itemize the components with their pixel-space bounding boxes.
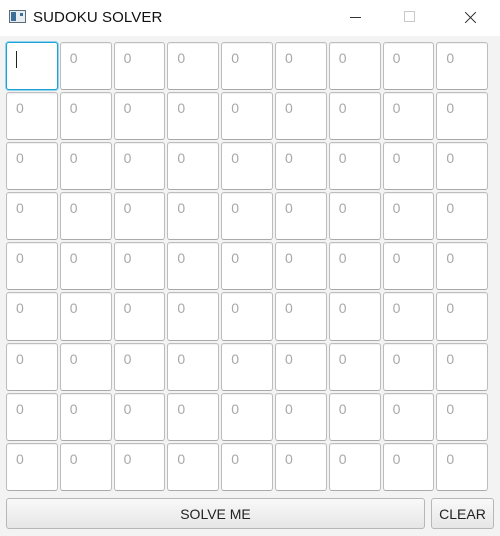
sudoku-cell[interactable]: 0 [167, 42, 220, 91]
sudoku-cell[interactable]: 0 [274, 342, 327, 391]
sudoku-cell[interactable]: 0 [274, 142, 327, 191]
sudoku-cell[interactable]: 0 [436, 142, 489, 191]
sudoku-cell[interactable]: 0 [221, 192, 273, 241]
sudoku-cell[interactable] [6, 42, 58, 91]
sudoku-cell[interactable]: 0 [328, 192, 381, 241]
sudoku-cell[interactable]: 0 [59, 342, 112, 391]
sudoku-cell[interactable]: 0 [6, 442, 58, 491]
sudoku-cell[interactable]: 0 [328, 442, 381, 491]
sudoku-cell[interactable]: 0 [59, 392, 112, 441]
close-button[interactable] [447, 0, 493, 36]
sudoku-cell[interactable]: 0 [221, 442, 273, 491]
sudoku-cell[interactable]: 0 [274, 392, 327, 441]
sudoku-cell[interactable]: 0 [382, 92, 435, 141]
sudoku-cell[interactable]: 0 [113, 292, 166, 341]
sudoku-cell[interactable]: 0 [59, 92, 112, 141]
sudoku-cell[interactable]: 0 [274, 42, 327, 91]
sudoku-cell[interactable]: 0 [59, 442, 112, 491]
sudoku-cell[interactable]: 0 [113, 442, 166, 491]
sudoku-cell[interactable]: 0 [328, 142, 381, 191]
sudoku-cell[interactable]: 0 [167, 142, 220, 191]
minimize-button[interactable] [332, 0, 378, 36]
sudoku-cell[interactable]: 0 [436, 442, 489, 491]
sudoku-cell[interactable]: 0 [113, 342, 166, 391]
sudoku-cell[interactable]: 0 [382, 392, 435, 441]
sudoku-cell[interactable]: 0 [113, 192, 166, 241]
sudoku-cell[interactable]: 0 [382, 242, 435, 291]
sudoku-cell[interactable]: 0 [382, 342, 435, 391]
sudoku-cell[interactable]: 0 [382, 42, 435, 91]
sudoku-cell[interactable]: 0 [436, 392, 489, 441]
sudoku-cell[interactable]: 0 [221, 242, 273, 291]
sudoku-cell[interactable]: 0 [436, 92, 489, 141]
title-bar: SUDOKU SOLVER [0, 0, 500, 36]
clear-button[interactable]: CLEAR [431, 498, 494, 529]
sudoku-cell[interactable]: 0 [167, 342, 220, 391]
sudoku-cell[interactable]: 0 [436, 342, 489, 391]
solve-button[interactable]: SOLVE ME [6, 498, 425, 529]
sudoku-cell[interactable]: 0 [382, 142, 435, 191]
sudoku-cell[interactable]: 0 [328, 242, 381, 291]
sudoku-cell[interactable]: 0 [328, 292, 381, 341]
sudoku-cell[interactable]: 0 [274, 192, 327, 241]
sudoku-cell[interactable]: 0 [436, 42, 489, 91]
sudoku-cell[interactable]: 0 [6, 342, 58, 391]
sudoku-cell[interactable]: 0 [6, 242, 58, 291]
sudoku-cell[interactable]: 0 [6, 92, 58, 141]
sudoku-cell[interactable]: 0 [113, 92, 166, 141]
sudoku-board: 0000000000000000000000000000000000000000… [5, 41, 489, 492]
sudoku-cell[interactable]: 0 [274, 242, 327, 291]
sudoku-cell[interactable]: 0 [436, 292, 489, 341]
sudoku-cell[interactable]: 0 [167, 442, 220, 491]
sudoku-cell[interactable]: 0 [436, 192, 489, 241]
sudoku-cell[interactable]: 0 [59, 192, 112, 241]
sudoku-cell[interactable]: 0 [167, 92, 220, 141]
maximize-button[interactable] [387, 0, 433, 36]
sudoku-cell[interactable]: 0 [382, 292, 435, 341]
sudoku-cell[interactable]: 0 [328, 342, 381, 391]
sudoku-cell[interactable]: 0 [113, 392, 166, 441]
sudoku-cell[interactable]: 0 [167, 192, 220, 241]
sudoku-cell[interactable]: 0 [167, 242, 220, 291]
window-title: SUDOKU SOLVER [33, 9, 163, 26]
sudoku-cell[interactable]: 0 [6, 292, 58, 341]
sudoku-cell[interactable]: 0 [113, 42, 166, 91]
sudoku-cell[interactable]: 0 [113, 242, 166, 291]
sudoku-cell[interactable]: 0 [59, 142, 112, 191]
sudoku-cell[interactable]: 0 [221, 142, 273, 191]
sudoku-cell[interactable]: 0 [59, 242, 112, 291]
sudoku-cell[interactable]: 0 [221, 392, 273, 441]
sudoku-cell[interactable]: 0 [221, 42, 273, 91]
sudoku-cell[interactable]: 0 [274, 92, 327, 141]
sudoku-cell[interactable]: 0 [382, 192, 435, 241]
sudoku-cell[interactable]: 0 [328, 42, 381, 91]
sudoku-cell[interactable]: 0 [221, 92, 273, 141]
sudoku-cell[interactable]: 0 [59, 292, 112, 341]
text-caret [16, 51, 17, 68]
sudoku-cell[interactable]: 0 [167, 292, 220, 341]
sudoku-cell[interactable]: 0 [6, 142, 58, 191]
sudoku-cell[interactable]: 0 [328, 392, 381, 441]
sudoku-cell[interactable]: 0 [6, 192, 58, 241]
sudoku-cell[interactable]: 0 [328, 92, 381, 141]
sudoku-cell[interactable]: 0 [221, 292, 273, 341]
sudoku-cell[interactable]: 0 [167, 392, 220, 441]
sudoku-cell[interactable]: 0 [6, 392, 58, 441]
app-icon [9, 10, 26, 23]
sudoku-cell[interactable]: 0 [59, 42, 112, 91]
sudoku-cell[interactable]: 0 [113, 142, 166, 191]
sudoku-cell[interactable]: 0 [382, 442, 435, 491]
sudoku-cell[interactable]: 0 [274, 292, 327, 341]
sudoku-cell[interactable]: 0 [274, 442, 327, 491]
sudoku-cell[interactable]: 0 [436, 242, 489, 291]
sudoku-cell[interactable]: 0 [221, 342, 273, 391]
